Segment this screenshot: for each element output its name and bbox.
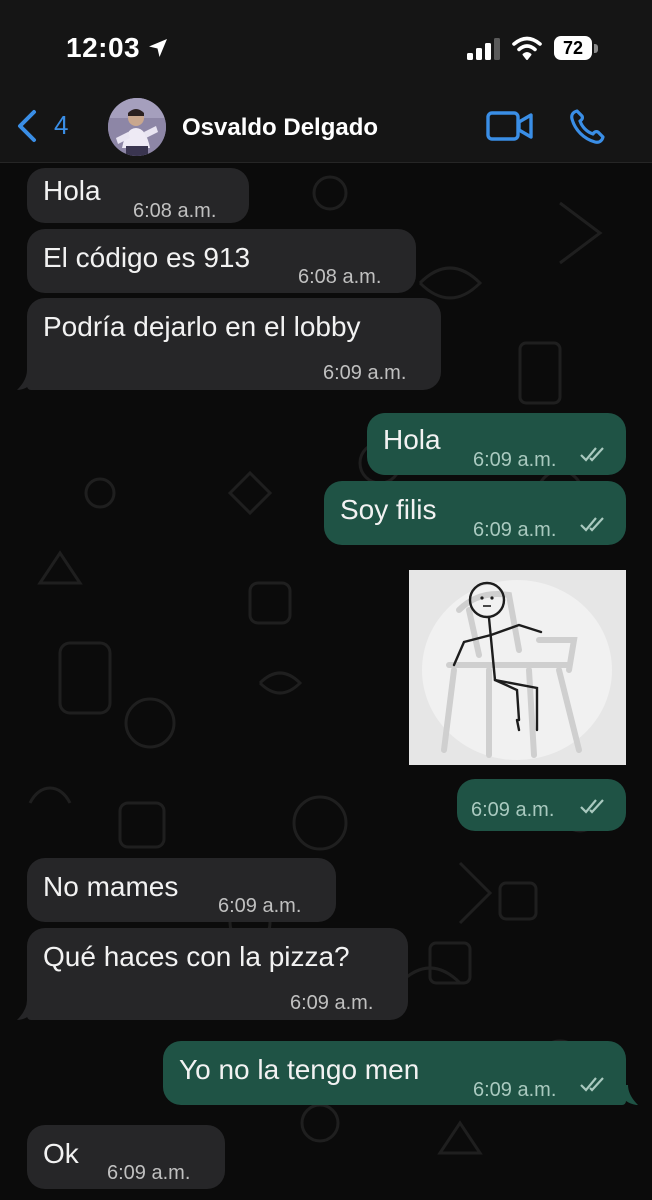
message-timestamp: 6:09 a.m. bbox=[290, 992, 374, 1014]
message-incoming[interactable]: El código es 913 6:08 a.m. bbox=[27, 229, 416, 293]
double-check-icon bbox=[580, 799, 604, 814]
message-text: Podría dejarlo en el lobby bbox=[43, 311, 361, 342]
bubble-tail bbox=[626, 1085, 638, 1105]
message-timestamp: 6:09 a.m. bbox=[473, 519, 557, 541]
bubble-tail bbox=[17, 370, 29, 390]
double-check-icon bbox=[580, 517, 604, 532]
message-image[interactable] bbox=[409, 570, 626, 765]
bubble-tail bbox=[17, 1000, 29, 1020]
message-text: Hola bbox=[383, 424, 441, 455]
avatar[interactable] bbox=[108, 98, 166, 156]
message-outgoing[interactable]: Hola 6:09 a.m. bbox=[367, 413, 626, 475]
double-check-icon bbox=[580, 447, 604, 462]
contact-name[interactable]: Osvaldo Delgado bbox=[182, 114, 378, 142]
phone-icon[interactable] bbox=[568, 108, 608, 146]
message-timestamp: 6:09 a.m. bbox=[471, 799, 555, 821]
avatar-photo bbox=[108, 98, 166, 156]
message-timestamp: 6:09 a.m. bbox=[473, 1079, 557, 1101]
status-time: 12:03 bbox=[66, 32, 141, 63]
message-text: Yo no la tengo men bbox=[179, 1054, 420, 1085]
chat-area[interactable]: Hola 6:08 a.m. El código es 913 6:08 a.m… bbox=[0, 163, 652, 1200]
battery-icon: 72 bbox=[554, 36, 600, 62]
message-timestamp: 6:08 a.m. bbox=[298, 266, 382, 288]
wifi-icon bbox=[512, 36, 542, 60]
location-arrow-icon bbox=[149, 39, 167, 57]
message-incoming[interactable]: Podría dejarlo en el lobby 6:09 a.m. bbox=[27, 298, 441, 390]
message-incoming[interactable]: Qué haces con la pizza? 6:09 a.m. bbox=[27, 928, 408, 1020]
message-timestamp: 6:09 a.m. bbox=[473, 449, 557, 471]
chevron-left-icon[interactable] bbox=[12, 108, 42, 144]
message-outgoing[interactable]: Soy filis 6:09 a.m. bbox=[324, 481, 626, 545]
message-timestamp: 6:09 a.m. bbox=[107, 1162, 191, 1184]
message-text: Ok bbox=[43, 1138, 79, 1169]
message-incoming[interactable]: Ok 6:09 a.m. bbox=[27, 1125, 225, 1189]
message-text: Qué haces con la pizza? bbox=[43, 941, 350, 972]
message-text: Hola bbox=[43, 175, 101, 206]
message-text: Soy filis bbox=[340, 494, 437, 525]
message-timestamp: 6:08 a.m. bbox=[133, 200, 217, 222]
message-text: El código es 913 bbox=[43, 242, 251, 273]
message-outgoing[interactable]: Yo no la tengo men 6:09 a.m. bbox=[163, 1041, 626, 1105]
battery-level: 72 bbox=[554, 36, 592, 60]
message-text: No mames bbox=[43, 871, 179, 902]
message-incoming[interactable]: No mames 6:09 a.m. bbox=[27, 858, 336, 922]
status-bar: 12:03 72 bbox=[0, 0, 652, 96]
message-timestamp: 6:09 a.m. bbox=[323, 362, 407, 384]
signal-icon bbox=[467, 38, 500, 60]
double-check-icon bbox=[580, 1077, 604, 1092]
video-camera-icon[interactable] bbox=[486, 110, 534, 142]
stick-figure-chair-image bbox=[409, 570, 626, 765]
message-incoming[interactable]: Hola 6:08 a.m. bbox=[27, 168, 249, 223]
chat-header: 4 Osvaldo Delgado bbox=[0, 96, 652, 163]
message-timestamp: 6:09 a.m. bbox=[218, 895, 302, 917]
unread-count[interactable]: 4 bbox=[54, 110, 68, 141]
image-caption-bubble[interactable]: 6:09 a.m. bbox=[457, 779, 626, 831]
